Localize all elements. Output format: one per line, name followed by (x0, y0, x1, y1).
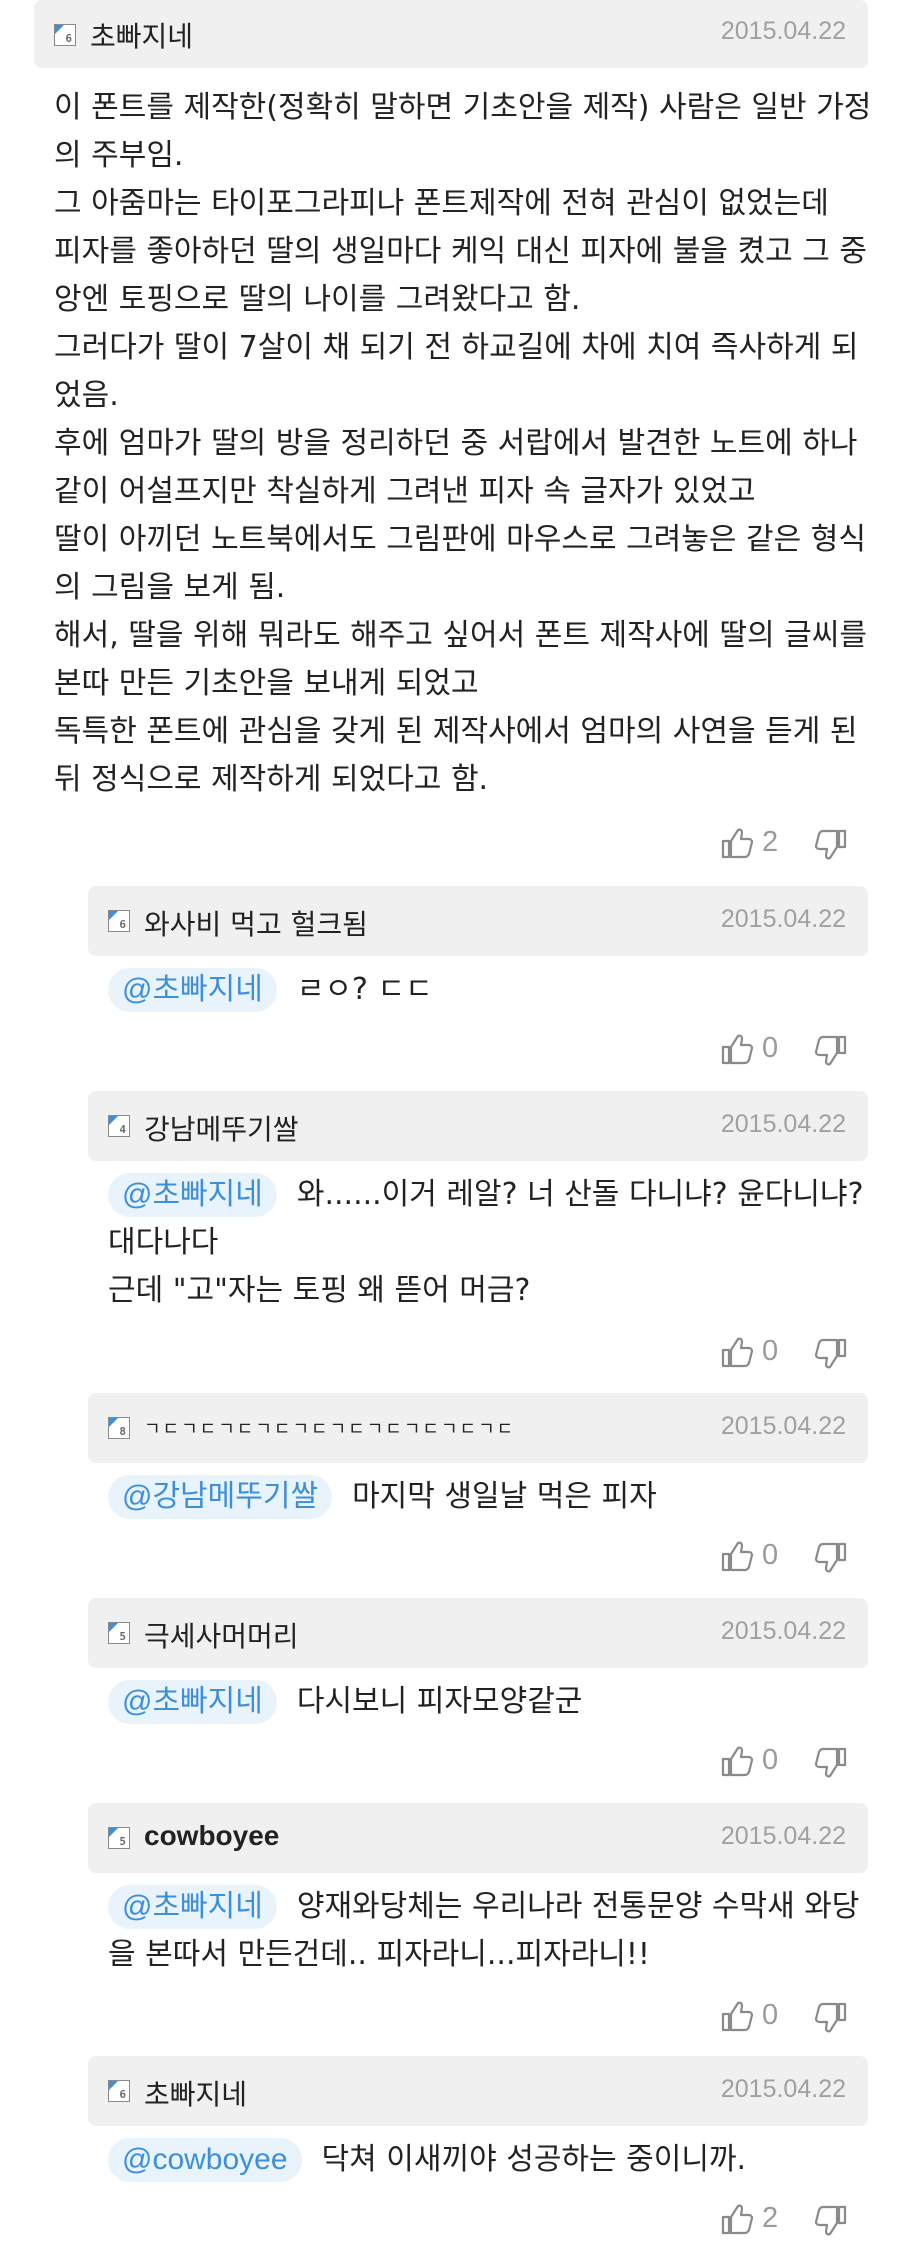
like-count: 0 (762, 1999, 779, 2031)
vote-bar: 2 (720, 2202, 850, 2242)
vote-bar: 0 (720, 1999, 850, 2039)
comment-text: 양재와당체는 우리나라 전통문양 수막새 와당 (296, 1889, 860, 1924)
comment-text: 마지막 생일날 먹은 피자 (352, 1479, 657, 1514)
comment-text: 와......이거 레알? 너 산돌 다니냐? 윤다니냐? (296, 1177, 864, 1212)
comment-body: @cowboyee 닥쳐 이새끼야 성공하는 중이니까. (108, 2136, 868, 2184)
comment-body: @초빠지네 와......이거 레알? 너 산돌 다니냐? 윤다니냐? 대다나다 … (108, 1171, 868, 1315)
thumbs-up-icon[interactable] (720, 2202, 754, 2236)
comment-line: 피자를 좋아하던 딸의 생일마다 케익 대신 피자에 불을 켰고 그 중 (54, 234, 867, 269)
mention-tag[interactable]: @초빠지네 (108, 968, 277, 1012)
mention-tag[interactable]: @초빠지네 (108, 1885, 277, 1929)
comment-body: @초빠지네 양재와당체는 우리나라 전통문양 수막새 와당 을 본따서 만든건데.… (108, 1883, 868, 1979)
level-badge-icon: 8 (108, 1417, 130, 1439)
comment-header: 6 초빠지네 2015.04.22 (34, 0, 868, 68)
thumbs-up-icon[interactable] (720, 1335, 754, 1369)
comment-line: @cowboyee 닥쳐 이새끼야 성공하는 중이니까. (108, 2136, 868, 2184)
vote-bar: 0 (720, 1032, 850, 1072)
level-badge-icon: 6 (108, 2080, 130, 2102)
comment-body: @초빠지네 다시보니 피자모양같군 (108, 1678, 868, 1726)
mention-tag[interactable]: @초빠지네 (108, 1173, 277, 1217)
level-badge-icon: 4 (108, 1115, 130, 1137)
comment-line: @초빠지네 와......이거 레알? 너 산돌 다니냐? 윤다니냐? (108, 1171, 868, 1219)
comment-line: 의 주부임. (54, 138, 184, 173)
comment-line: 후에 엄마가 딸의 방을 정리하던 중 서랍에서 발견한 노트에 하나 (54, 426, 858, 461)
author-name[interactable]: ㄱㄷㄱㄷㄱㄷㄱㄷㄱㄷㄱㄷㄱㄷㄱㄷㄱㄷㄱㄷ (144, 1415, 515, 1441)
comment-line: 본따 만든 기초안을 보내게 되었고 (54, 666, 479, 701)
comment-line: @초빠지네 ㄹㅇ? ㄷㄷ (108, 966, 868, 1014)
comment-header: 4 강남메뚜기쌀 2015.04.22 (88, 1091, 868, 1161)
comment-body: @강남메뚜기쌀 마지막 생일날 먹은 피자 (108, 1473, 868, 1521)
level-badge-icon: 5 (108, 1622, 130, 1644)
comment-line: 대다나다 (108, 1225, 219, 1260)
comment-line: 이 폰트를 제작한(정확히 말하면 기초안을 제작) 사람은 일반 가정 (54, 90, 872, 125)
comment-date: 2015.04.22 (720, 17, 846, 45)
comment-line: 딸이 아끼던 노트북에서도 그림판에 마우스로 그려놓은 같은 형식 (54, 522, 866, 557)
comment-header: 5 극세사머머리 2015.04.22 (88, 1598, 868, 1668)
vote-bar: 0 (720, 1335, 850, 1375)
thumbs-down-icon[interactable] (814, 1337, 848, 1371)
vote-bar: 0 (720, 1539, 850, 1579)
comment-header: 6 와사비 먹고 헐크됨 2015.04.22 (88, 886, 868, 956)
thumbs-up-icon[interactable] (720, 1744, 754, 1778)
mention-tag[interactable]: @cowboyee (108, 2138, 302, 2182)
like-count: 0 (762, 1335, 779, 1367)
comment-line: 의 그림을 보게 됨. (54, 570, 286, 605)
comment-line: @강남메뚜기쌀 마지막 생일날 먹은 피자 (108, 1473, 868, 1521)
comment-date: 2015.04.22 (720, 1822, 846, 1850)
vote-bar: 0 (720, 1744, 850, 1784)
comment-text: 닥쳐 이새끼야 성공하는 중이니까. (321, 2142, 747, 2177)
like-count: 0 (762, 1539, 779, 1571)
level-badge-icon: 6 (108, 910, 130, 932)
thumbs-down-icon[interactable] (814, 2001, 848, 2035)
comment-body: @초빠지네 ㄹㅇ? ㄷㄷ (108, 966, 868, 1014)
comment-text: ㄹㅇ? ㄷㄷ (296, 972, 433, 1007)
thumbs-up-icon[interactable] (720, 826, 754, 860)
comment-date: 2015.04.22 (720, 1412, 846, 1440)
thumbs-down-icon[interactable] (814, 1541, 848, 1575)
comment-line: 같이 어설프지만 착실하게 그려낸 피자 속 글자가 있었고 (54, 474, 756, 509)
comment-line: 을 본따서 만든건데.. 피자라니...피자라니!! (108, 1937, 650, 1972)
comment-date: 2015.04.22 (720, 1110, 846, 1138)
author-name[interactable]: 초빠지네 (144, 2073, 247, 2113)
author-name[interactable]: 와사비 먹고 헐크됨 (144, 903, 368, 943)
like-count: 2 (762, 826, 779, 858)
comment-line: 앙엔 토핑으로 딸의 나이를 그려왔다고 함. (54, 282, 581, 317)
comment-header: 8 ㄱㄷㄱㄷㄱㄷㄱㄷㄱㄷㄱㄷㄱㄷㄱㄷㄱㄷㄱㄷ 2015.04.22 (88, 1393, 868, 1463)
author-name[interactable]: cowboyee (144, 1820, 279, 1852)
mention-tag[interactable]: @초빠지네 (108, 1680, 277, 1724)
comment-date: 2015.04.22 (720, 1617, 846, 1645)
comment-line: 근데 "고"자는 토핑 왜 뜯어 머금? (108, 1273, 531, 1308)
comment-text: 다시보니 피자모양같군 (296, 1684, 583, 1719)
comment-line: 독특한 폰트에 관심을 갖게 된 제작사에서 엄마의 사연을 듣게 된 (54, 714, 858, 749)
thumbs-down-icon[interactable] (814, 1746, 848, 1780)
comment-line: 그러다가 딸이 7살이 채 되기 전 하교길에 차에 치여 즉사하게 되 (54, 330, 859, 365)
level-badge-icon: 5 (108, 1827, 130, 1849)
level-badge-icon: 6 (54, 24, 76, 46)
like-count: 0 (762, 1744, 779, 1776)
comment-header: 5 cowboyee 2015.04.22 (88, 1803, 868, 1873)
comment-line: @초빠지네 양재와당체는 우리나라 전통문양 수막새 와당 (108, 1883, 868, 1931)
thumbs-up-icon[interactable] (720, 1032, 754, 1066)
author-name[interactable]: 극세사머머리 (144, 1615, 299, 1655)
vote-bar: 2 (720, 826, 850, 866)
comment-line: 뒤 정식으로 제작하게 되었다고 함. (54, 762, 489, 797)
comment-body: 이 폰트를 제작한(정확히 말하면 기초안을 제작) 사람은 일반 가정 의 주… (54, 84, 874, 804)
thumbs-down-icon[interactable] (814, 828, 848, 862)
comment-line: 해서, 딸을 위해 뭐라도 해주고 싶어서 폰트 제작사에 딸의 글씨를 (54, 618, 867, 653)
thumbs-up-icon[interactable] (720, 1999, 754, 2033)
thumbs-down-icon[interactable] (814, 1034, 848, 1068)
mention-tag[interactable]: @강남메뚜기쌀 (108, 1475, 333, 1519)
comment-date: 2015.04.22 (720, 905, 846, 933)
comment-line: 그 아줌마는 타이포그라피나 폰트제작에 전혀 관심이 없었는데 (54, 186, 829, 221)
comment-line: @초빠지네 다시보니 피자모양같군 (108, 1678, 868, 1726)
thumbs-down-icon[interactable] (814, 2204, 848, 2238)
thumbs-up-icon[interactable] (720, 1539, 754, 1573)
comment-line: 었음. (54, 378, 119, 413)
like-count: 2 (762, 2202, 779, 2234)
author-name[interactable]: 초빠지네 (90, 15, 193, 55)
like-count: 0 (762, 1032, 779, 1064)
comment-date: 2015.04.22 (720, 2075, 846, 2103)
comment-header: 6 초빠지네 2015.04.22 (88, 2056, 868, 2126)
author-name[interactable]: 강남메뚜기쌀 (144, 1108, 299, 1148)
